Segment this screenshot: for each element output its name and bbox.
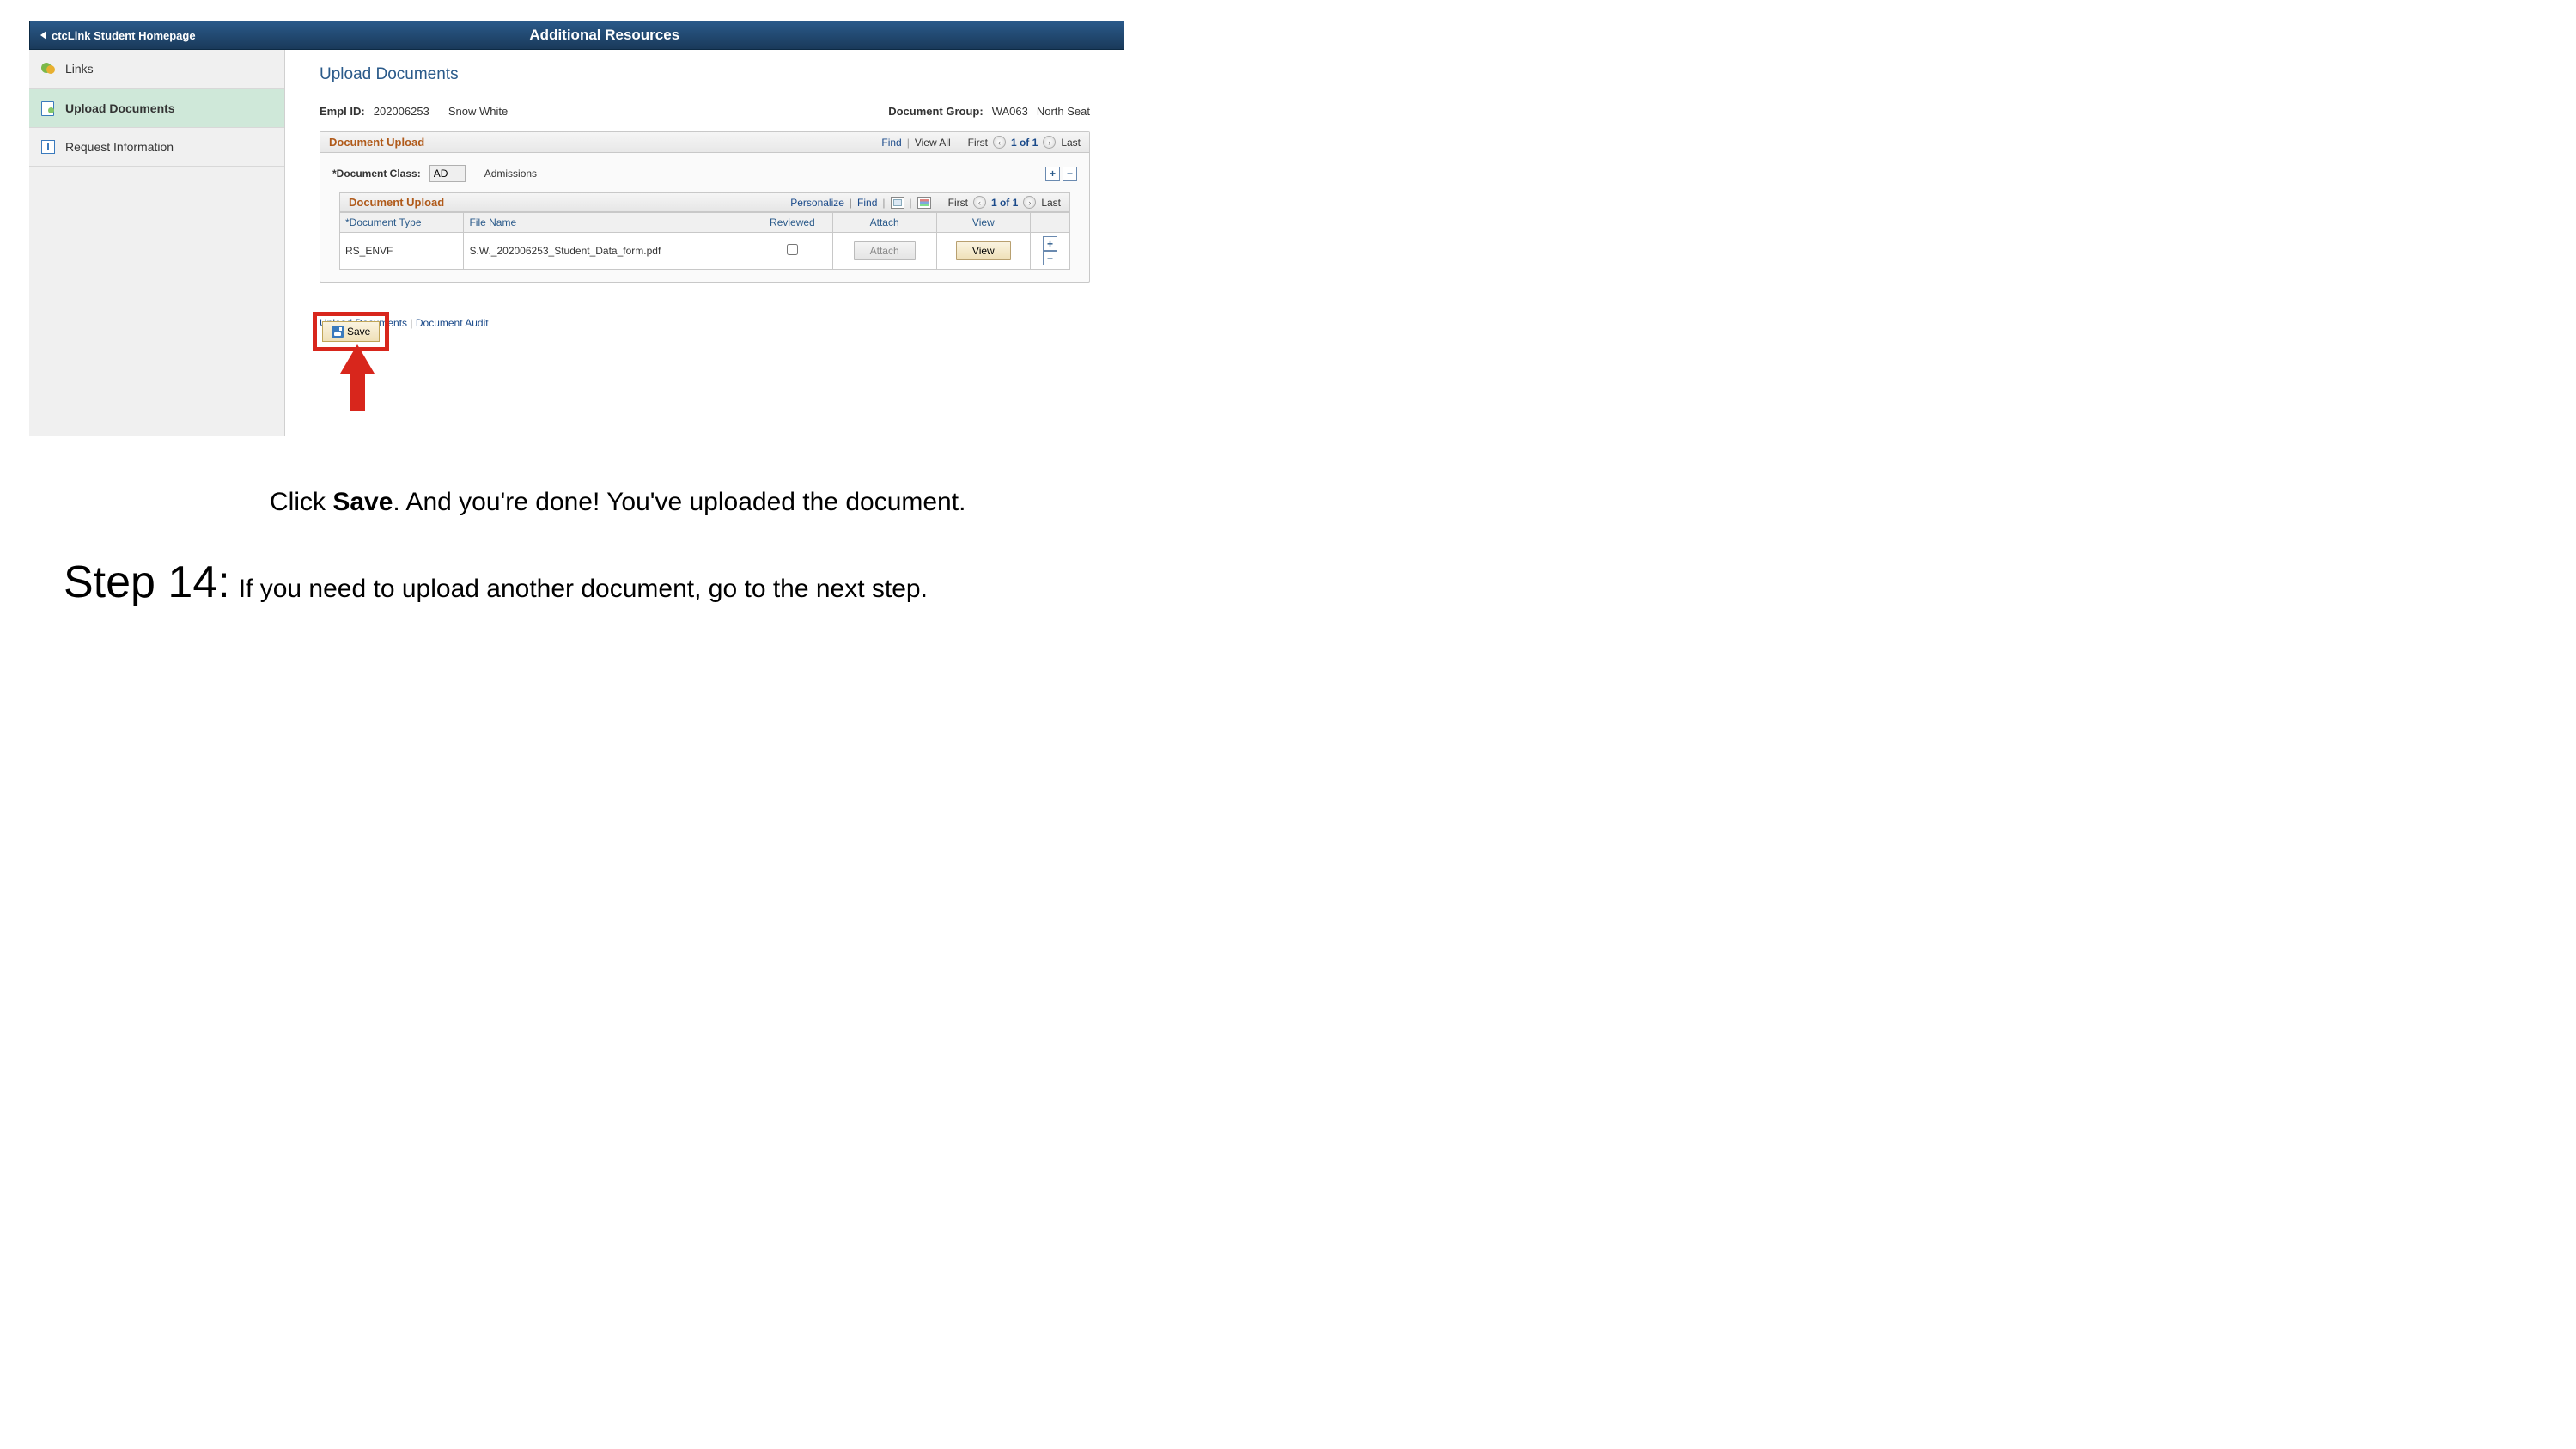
step-label: Step 14: bbox=[64, 557, 230, 608]
sidebar-item-label: Request Information bbox=[65, 140, 174, 154]
header-bar: ctcLink Student Homepage Additional Reso… bbox=[29, 21, 1124, 50]
cell-doc-type: RS_ENVF bbox=[340, 233, 464, 270]
row-add-button[interactable]: + bbox=[1043, 236, 1057, 251]
save-icon bbox=[332, 326, 344, 338]
zoom-icon[interactable] bbox=[891, 197, 904, 209]
sidebar-item-upload-documents[interactable]: Upload Documents bbox=[29, 88, 284, 128]
document-upload-section: Document Upload Find | View All First ‹ … bbox=[320, 131, 1090, 283]
document-class-desc: Admissions bbox=[484, 167, 537, 180]
request-information-icon bbox=[41, 140, 57, 154]
first-label: First bbox=[968, 137, 988, 149]
sidebar-item-label: Upload Documents bbox=[65, 101, 175, 115]
sidebar: Links Upload Documents Request Informati… bbox=[29, 50, 285, 436]
prev-button[interactable]: ‹ bbox=[993, 136, 1006, 149]
inner-first: First bbox=[948, 197, 968, 209]
chevron-left-icon bbox=[40, 31, 46, 40]
inner-next-button[interactable]: › bbox=[1023, 196, 1036, 209]
instructions: Click Save. And you're done! You've uplo… bbox=[29, 488, 1189, 608]
inner-section-title: Document Upload bbox=[349, 196, 444, 209]
instr-line2: If you need to upload another document, … bbox=[239, 575, 928, 604]
upload-documents-icon bbox=[41, 101, 57, 115]
col-doc-type[interactable]: *Document Type bbox=[340, 213, 464, 233]
doc-group-name: North Seat bbox=[1037, 105, 1090, 118]
find-link-inner[interactable]: Find bbox=[857, 197, 877, 209]
instr-click: Click bbox=[270, 488, 332, 516]
download-icon[interactable] bbox=[917, 197, 931, 209]
doc-group-code: WA063 bbox=[992, 105, 1028, 118]
inner-last: Last bbox=[1041, 197, 1061, 209]
instr-rest1: . And you're done! You've uploaded the d… bbox=[393, 488, 965, 516]
header-title: Additional Resources bbox=[206, 27, 1124, 44]
inner-count: 1 of 1 bbox=[991, 197, 1018, 209]
delete-row-button[interactable]: − bbox=[1063, 167, 1077, 181]
doc-group-label: Document Group: bbox=[888, 105, 984, 118]
back-button[interactable]: ctcLink Student Homepage bbox=[30, 29, 206, 42]
col-attach[interactable]: Attach bbox=[832, 213, 936, 233]
save-label: Save bbox=[347, 326, 370, 338]
document-audit-link[interactable]: Document Audit bbox=[416, 317, 489, 329]
empl-id-label: Empl ID: bbox=[320, 105, 365, 118]
section-title: Document Upload bbox=[329, 136, 424, 149]
empl-name: Snow White bbox=[448, 105, 508, 118]
documents-table: *Document Type File Name Reviewed Attach… bbox=[339, 212, 1070, 270]
table-row: RS_ENVF S.W._202006253_Student_Data_form… bbox=[340, 233, 1070, 270]
back-label: ctcLink Student Homepage bbox=[52, 29, 196, 42]
row-delete-button[interactable]: − bbox=[1043, 251, 1057, 265]
inner-prev-button[interactable]: ‹ bbox=[973, 196, 986, 209]
add-row-button[interactable]: + bbox=[1045, 167, 1060, 181]
document-class-input[interactable] bbox=[429, 165, 466, 182]
reviewed-checkbox[interactable] bbox=[787, 244, 798, 255]
document-class-label: *Document Class: bbox=[332, 167, 421, 180]
attach-button[interactable]: Attach bbox=[854, 241, 916, 260]
links-icon bbox=[41, 62, 57, 76]
empl-id-value: 202006253 bbox=[374, 105, 429, 118]
last-label: Last bbox=[1061, 137, 1081, 149]
main-content: Upload Documents Empl ID: 202006253 Snow… bbox=[285, 50, 1124, 436]
sidebar-item-label: Links bbox=[65, 62, 94, 76]
next-button[interactable]: › bbox=[1043, 136, 1056, 149]
instr-save-word: Save bbox=[332, 488, 393, 516]
page-title: Upload Documents bbox=[320, 65, 1090, 84]
view-button[interactable]: View bbox=[956, 241, 1011, 260]
find-link[interactable]: Find bbox=[881, 137, 901, 149]
view-all-link[interactable]: View All bbox=[915, 137, 951, 149]
col-reviewed[interactable]: Reviewed bbox=[752, 213, 833, 233]
personalize-link[interactable]: Personalize bbox=[790, 197, 844, 209]
col-view[interactable]: View bbox=[936, 213, 1030, 233]
arrow-annotation bbox=[344, 339, 369, 417]
page-count: 1 of 1 bbox=[1011, 137, 1038, 149]
col-file-name[interactable]: File Name bbox=[464, 213, 752, 233]
sidebar-item-request-information[interactable]: Request Information bbox=[29, 128, 284, 167]
sidebar-item-links[interactable]: Links bbox=[29, 50, 284, 88]
cell-file-name: S.W._202006253_Student_Data_form.pdf bbox=[464, 233, 752, 270]
